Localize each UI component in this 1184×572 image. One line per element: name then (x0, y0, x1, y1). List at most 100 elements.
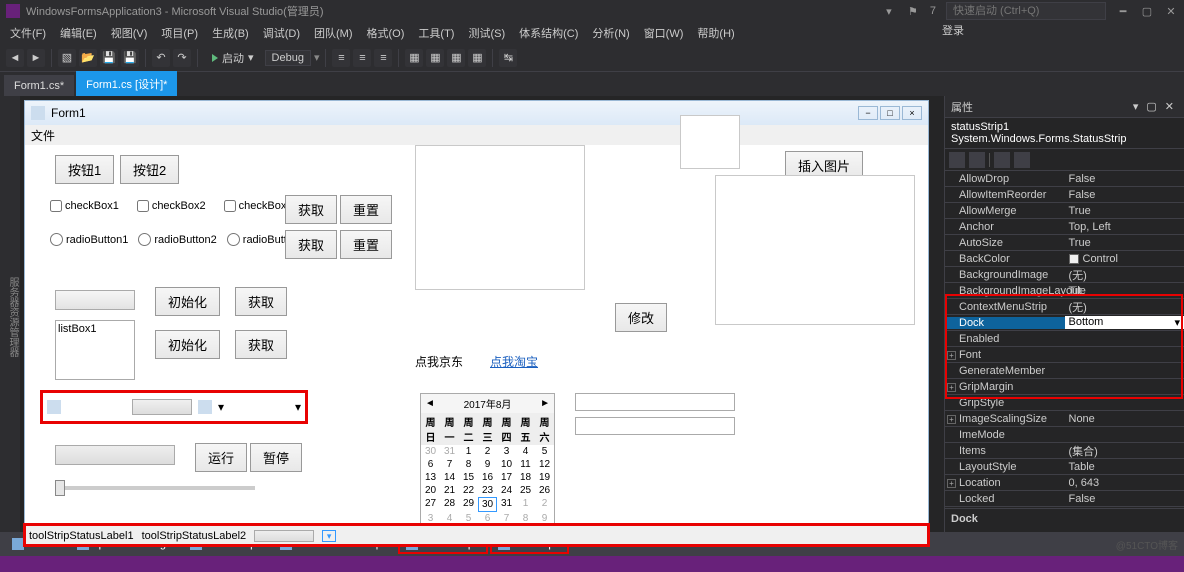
notification-icon[interactable]: ▾ (882, 4, 896, 18)
link-jd[interactable]: 点我京东 (415, 353, 463, 370)
calendar-day[interactable]: 30 (421, 445, 440, 458)
property-row[interactable]: Enabled (945, 331, 1184, 347)
menu-item[interactable]: 编辑(E) (54, 23, 103, 43)
property-row[interactable]: AutoSizeTrue (945, 235, 1184, 251)
flag-icon[interactable]: ⚑ (906, 4, 920, 18)
new-project-button[interactable]: ▧ (58, 49, 76, 67)
calendar-day[interactable]: 1 (459, 445, 478, 458)
calendar-day[interactable]: 28 (440, 497, 459, 512)
property-row[interactable]: +ImageScalingSizeNone (945, 411, 1184, 427)
calendar-day[interactable]: 5 (535, 445, 554, 458)
modify-button[interactable]: 修改 (615, 303, 667, 332)
calendar-day[interactable]: 16 (478, 471, 497, 484)
redo-button[interactable]: ↷ (173, 49, 191, 67)
alphabetical-icon[interactable] (969, 152, 985, 168)
property-row[interactable]: GripStyle (945, 395, 1184, 411)
get-button-1[interactable]: 获取 (285, 195, 337, 224)
link-taobao[interactable]: 点我淘宝 (490, 353, 538, 370)
close-icon[interactable]: ✕ (1165, 100, 1174, 113)
form-window[interactable]: Form1 − □ × 文件 按钮1 按钮2 checkBox1 checkBo… (24, 100, 929, 528)
property-row[interactable]: AllowDropFalse (945, 171, 1184, 187)
property-row[interactable]: ContextMenuStrip(无) (945, 299, 1184, 315)
align-right-button[interactable]: ≡ (374, 49, 392, 67)
calendar-day[interactable]: 27 (421, 497, 440, 512)
get-button-2[interactable]: 获取 (285, 230, 337, 259)
calendar-day[interactable]: 25 (516, 484, 535, 497)
calendar-day[interactable]: 6 (478, 512, 497, 525)
calendar-day[interactable]: 19 (535, 471, 554, 484)
cal-prev-icon[interactable]: ◄ (425, 398, 435, 409)
events-icon[interactable] (1014, 152, 1030, 168)
property-row[interactable]: LayoutStyleTable (945, 459, 1184, 475)
dropdown-icon[interactable]: ▾ (1133, 100, 1139, 113)
save-button[interactable]: 💾 (100, 49, 118, 67)
month-calendar[interactable]: ◄ 2017年8月 ► 周日周一周二周三周四周五周六30311234567891… (420, 393, 555, 546)
tab-form1-design[interactable]: Form1.cs [设计]* (76, 71, 177, 96)
calendar-day[interactable]: 11 (516, 458, 535, 471)
property-row[interactable]: GenerateMember (945, 363, 1184, 379)
property-row[interactable]: +Location0, 643 (945, 475, 1184, 491)
property-row[interactable]: DockBottom ▾ (945, 315, 1184, 331)
cal-next-icon[interactable]: ► (540, 398, 550, 409)
picturebox-small[interactable] (680, 115, 740, 169)
property-row[interactable]: AllowMergeTrue (945, 203, 1184, 219)
trackbar[interactable] (55, 480, 255, 484)
textbox2[interactable] (575, 417, 735, 435)
calendar-day[interactable]: 10 (497, 458, 516, 471)
status-strip[interactable]: toolStripStatusLabel1 toolStripStatusLab… (25, 525, 928, 545)
align-left-button[interactable]: ≡ (332, 49, 350, 67)
calendar-day[interactable]: 31 (497, 497, 516, 512)
form-close-button[interactable]: × (902, 106, 922, 120)
menu-item[interactable]: 工具(T) (412, 23, 460, 43)
property-row[interactable]: BackColorControl (945, 251, 1184, 267)
menu-item[interactable]: 帮助(H) (691, 23, 740, 43)
tab-order-button[interactable]: ↹ (499, 49, 517, 67)
richtextbox[interactable] (415, 145, 585, 290)
property-row[interactable]: +GripMargin (945, 379, 1184, 395)
chevron-down-icon[interactable]: ▾ (295, 400, 301, 414)
align-center-button[interactable]: ≡ (353, 49, 371, 67)
reset-button-1[interactable]: 重置 (340, 195, 392, 224)
button1[interactable]: 按钮1 (55, 155, 114, 184)
calendar-day[interactable]: 15 (459, 471, 478, 484)
calendar-day[interactable]: 3 (421, 512, 440, 525)
property-row[interactable]: BackgroundImage(无) (945, 267, 1184, 283)
menu-item[interactable]: 生成(B) (206, 23, 255, 43)
calendar-day[interactable]: 4 (440, 512, 459, 525)
layout-button[interactable]: ▦ (447, 49, 465, 67)
calendar-day[interactable]: 8 (516, 512, 535, 525)
calendar-day[interactable]: 6 (421, 458, 440, 471)
calendar-day[interactable]: 8 (459, 458, 478, 471)
combobox[interactable] (55, 290, 135, 310)
calendar-day[interactable]: 13 (421, 471, 440, 484)
menu-item[interactable]: 窗口(W) (638, 23, 690, 43)
layout-button[interactable]: ▦ (405, 49, 423, 67)
checkbox2[interactable]: checkBox2 (137, 200, 206, 212)
calendar-day[interactable]: 7 (440, 458, 459, 471)
form-min-button[interactable]: − (858, 106, 878, 120)
calendar-day[interactable]: 7 (497, 512, 516, 525)
menu-item[interactable]: 体系结构(C) (513, 23, 584, 43)
radio2[interactable]: radioButton2 (138, 233, 216, 246)
calendar-day[interactable]: 22 (459, 484, 478, 497)
calendar-day[interactable]: 24 (497, 484, 516, 497)
config-dropdown[interactable]: Debug (265, 50, 311, 66)
menu-item[interactable]: 测试(S) (462, 23, 511, 43)
minimize-button[interactable]: ━ (1116, 4, 1130, 18)
calendar-day[interactable]: 9 (478, 458, 497, 471)
menu-item[interactable]: 项目(P) (155, 23, 204, 43)
properties-object-selector[interactable]: statusStrip1 System.Windows.Forms.Status… (945, 118, 1184, 149)
maximize-button[interactable]: ▢ (1140, 4, 1154, 18)
form-max-button[interactable]: □ (880, 106, 900, 120)
calendar-day[interactable]: 1 (516, 497, 535, 512)
calendar-day[interactable]: 26 (535, 484, 554, 497)
toolstrip-button[interactable] (132, 399, 192, 415)
radio1[interactable]: radioButton1 (50, 233, 128, 246)
property-row[interactable]: BackgroundImageLayoutTile (945, 283, 1184, 299)
property-row[interactable]: AllowItemReorderFalse (945, 187, 1184, 203)
designer-surface[interactable]: Form1 − □ × 文件 按钮1 按钮2 checkBox1 checkBo… (20, 96, 944, 532)
sign-in-link[interactable]: 登录 (942, 22, 964, 38)
checkbox1[interactable]: checkBox1 (50, 200, 119, 212)
toolstrip[interactable]: ▾ ▾ (43, 393, 305, 421)
calendar-day[interactable]: 2 (535, 497, 554, 512)
